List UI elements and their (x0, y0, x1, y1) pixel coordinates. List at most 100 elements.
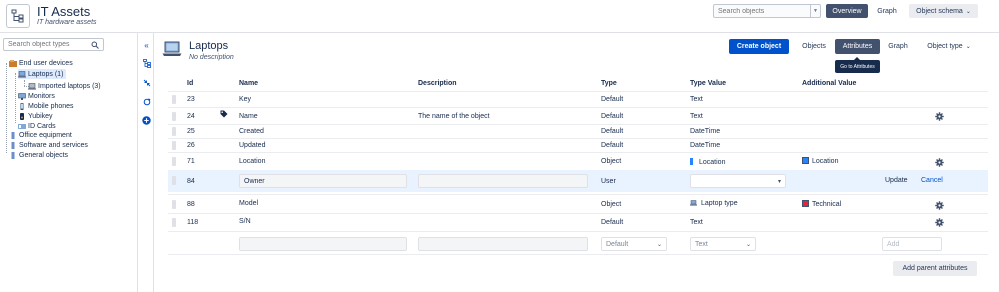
update-button[interactable]: Update (885, 177, 908, 184)
cell-type-value: Text (690, 219, 703, 226)
drag-handle[interactable] (172, 141, 176, 150)
gear-icon[interactable] (935, 112, 944, 121)
new-name-field[interactable] (239, 237, 407, 251)
tree-toolbar: « (139, 33, 154, 292)
cell-id: 88 (187, 201, 195, 208)
new-type-label: Default (606, 240, 629, 248)
collapse-all-icon[interactable] (142, 78, 151, 87)
app-subtitle: IT hardware assets (37, 19, 97, 26)
object-type-title: Laptops (189, 40, 229, 52)
hierarchy-icon[interactable] (142, 59, 151, 68)
software-icon (9, 141, 17, 149)
laptop-icon (162, 41, 182, 57)
sidebar-item-mobile-phones[interactable]: Mobile phones (18, 101, 74, 111)
object-schema-menu[interactable]: Object schema ⌄ (909, 4, 978, 18)
table-row[interactable]: 118 S/N Default Text (168, 213, 988, 231)
type-value-label: Laptop type (701, 200, 738, 207)
add-parent-attributes-button[interactable]: Add parent attributes (893, 261, 977, 276)
search-object-types-input[interactable] (4, 41, 88, 48)
table-row[interactable]: 26 Updated Default DateTime (168, 138, 988, 152)
sidebar-item-label: Monitors (28, 92, 55, 100)
new-type-select[interactable]: Default ⌄ (601, 237, 667, 251)
main-panel: Laptops No description Create object Obj… (155, 33, 999, 292)
chevron-down-icon: ⌄ (965, 44, 971, 50)
tag-icon (220, 110, 228, 120)
type-value-label: Location (699, 159, 726, 166)
drag-handle[interactable] (172, 112, 176, 121)
sidebar-item-monitors[interactable]: Monitors (18, 91, 55, 101)
type-value-select[interactable]: ▾ (690, 174, 786, 188)
sidebar-item-imported-laptops[interactable]: Imported laptops (3) (28, 81, 101, 91)
sidebar-item-general-objects[interactable]: General objects (9, 150, 68, 160)
object-type-tree: End user devices Laptops (1) Imported la… (0, 33, 138, 292)
sidebar-item-laptops[interactable]: Laptops (1) (18, 69, 67, 79)
collapse-sidebar-icon[interactable]: « (142, 41, 151, 50)
cancel-button[interactable]: Cancel (921, 177, 943, 184)
new-attribute-row: Default ⌄ Text ⌄ Add (168, 231, 988, 255)
gear-icon[interactable] (935, 158, 944, 167)
overview-button[interactable]: Overview (826, 4, 868, 18)
monitor-icon (18, 92, 26, 100)
cell-type: Default (601, 128, 624, 135)
search-objects[interactable]: ▼ (713, 4, 821, 18)
column-header-additional-value: Additional Value (802, 80, 857, 87)
tab-attributes[interactable]: Attributes (835, 39, 880, 54)
add-button[interactable]: Add (882, 237, 942, 251)
table-row[interactable]: 23 Key Default Text (168, 91, 988, 107)
graph-button[interactable]: Graph (872, 4, 902, 18)
sidebar-item-label: Software and services (19, 141, 88, 149)
sidebar-item-office-equipment[interactable]: Office equipment (9, 130, 72, 140)
drag-handle[interactable] (172, 176, 176, 185)
sidebar-item-label: Laptops (1) (28, 70, 64, 78)
table-row[interactable]: 71 Location Object Location Location (168, 152, 988, 169)
new-description-field[interactable] (418, 237, 588, 251)
table-row[interactable]: 24 Name The name of the object Default T… (168, 107, 988, 123)
cell-type: Object (601, 201, 622, 208)
cell-type: Object (601, 158, 622, 165)
sidebar-item-yubikey[interactable]: Yubikey (18, 111, 53, 121)
cell-name: S/N (239, 218, 251, 225)
table-row[interactable]: 88 Model Object Laptop type Technical (168, 194, 988, 213)
sidebar-item-software-and-services[interactable]: Software and services (9, 140, 88, 150)
sidebar-item-label: Mobile phones (28, 102, 74, 110)
cell-id: 26 (187, 142, 195, 149)
drag-handle[interactable] (172, 157, 176, 166)
additional-value-label: Technical (812, 201, 842, 208)
chevron-down-icon[interactable]: ▼ (810, 5, 820, 17)
laptop-icon (28, 82, 36, 90)
sidebar-item-label: Imported laptops (3) (38, 82, 101, 90)
drag-handle[interactable] (172, 200, 176, 209)
description-field[interactable] (418, 174, 588, 188)
sidebar-item-end-user-devices[interactable]: End user devices (9, 58, 73, 68)
object-schema-label: Object schema (916, 7, 963, 15)
search-icon (91, 41, 99, 51)
tab-objects[interactable]: Objects (796, 39, 832, 54)
table-row[interactable]: 25 Created Default DateTime (168, 124, 988, 138)
cell-additional-value: Technical (802, 200, 841, 208)
chevron-down-icon: ⌄ (656, 241, 662, 248)
create-object-button[interactable]: Create object (729, 39, 789, 54)
cell-name: Location (239, 158, 266, 165)
objects-icon (9, 151, 17, 159)
schema-icon[interactable] (6, 4, 30, 28)
cell-type: Default (601, 219, 624, 226)
object-type-menu[interactable]: Object type ⌄ (921, 39, 977, 54)
gear-icon[interactable] (935, 201, 944, 210)
add-object-type-icon[interactable] (142, 116, 151, 125)
column-header-description: Description (418, 80, 457, 87)
drag-handle[interactable] (172, 95, 176, 104)
drag-handle[interactable] (172, 218, 176, 227)
additional-value-label: Location (812, 158, 839, 165)
table-row-editing[interactable]: 84 Owner User ▾ Update Cancel (168, 170, 988, 192)
search-object-types[interactable] (3, 38, 104, 51)
name-field[interactable]: Owner (239, 174, 407, 188)
tab-graph[interactable]: Graph (883, 39, 913, 54)
drag-handle[interactable] (172, 127, 176, 136)
gear-icon[interactable] (935, 218, 944, 227)
refresh-icon[interactable] (142, 97, 151, 106)
new-type-value-label: Text (695, 240, 708, 248)
new-type-value-select[interactable]: Text ⌄ (690, 237, 756, 251)
search-objects-input[interactable] (714, 7, 810, 15)
tooltip-go-to-attributes: Go to Attributes (835, 57, 880, 73)
cell-type-value: DateTime (690, 128, 721, 135)
